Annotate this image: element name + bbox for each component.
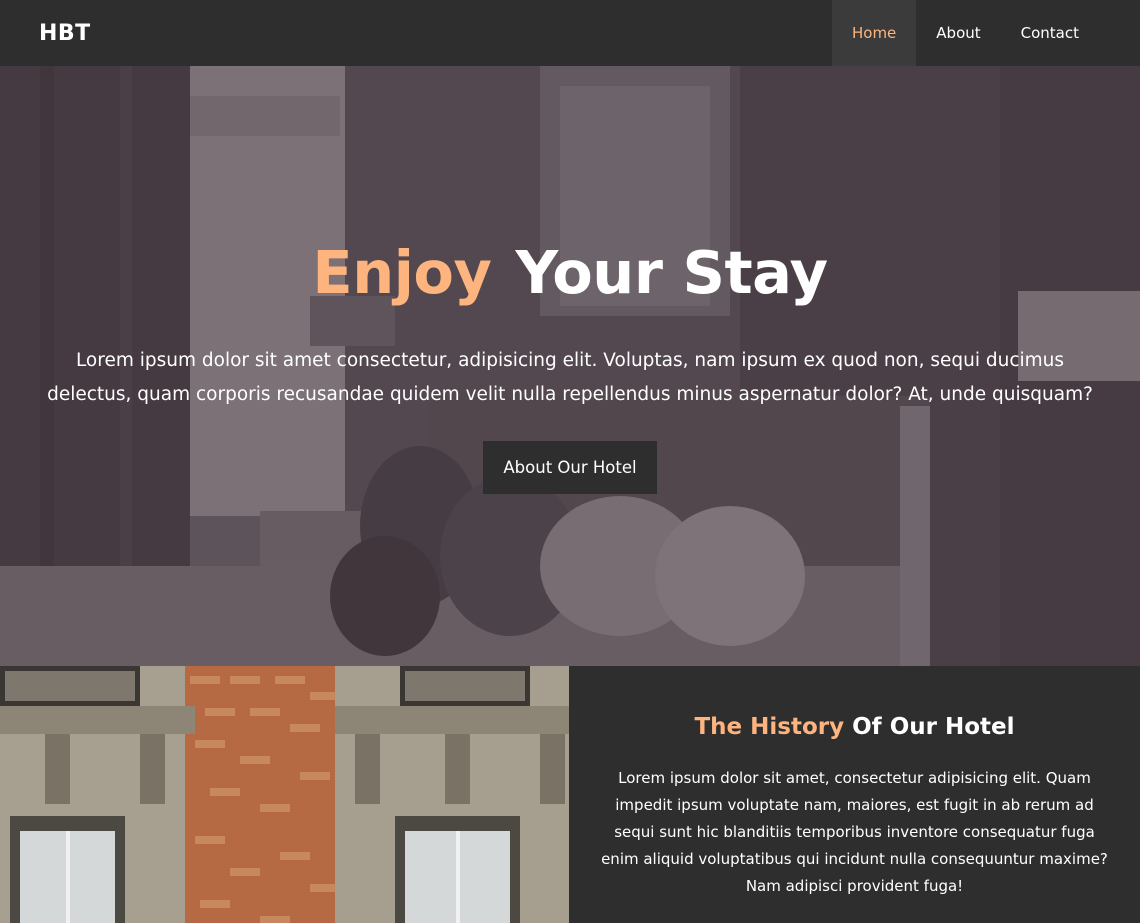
brand-logo[interactable]: HBT — [39, 21, 91, 46]
nav-link-home[interactable]: Home — [831, 0, 917, 66]
hero-description: Lorem ipsum dolor sit amet consectetur, … — [47, 350, 1093, 405]
history-title: The History Of Our Hotel — [569, 714, 1140, 740]
hero-content: Enjoy Your Stay Lorem ipsum dolor sit am… — [0, 238, 1140, 494]
navbar: HBT Home About Contact — [0, 0, 1140, 66]
hero-section: Enjoy Your Stay Lorem ipsum dolor sit am… — [0, 66, 1140, 666]
history-title-highlight: The History — [694, 714, 845, 740]
building-facade-image — [0, 666, 569, 923]
hero-title-highlight: Enjoy — [312, 238, 492, 307]
main-nav: Home About Contact — [831, 0, 1099, 66]
about-hotel-button[interactable]: About Our Hotel — [483, 441, 657, 494]
hero-title: Enjoy Your Stay — [0, 238, 1140, 308]
history-panel: The History Of Our Hotel Lorem ipsum dol… — [569, 666, 1140, 923]
history-description: Lorem ipsum dolor sit amet, consectetur … — [601, 769, 1108, 895]
hero-title-rest: Your Stay — [515, 238, 828, 307]
history-section: The History Of Our Hotel Lorem ipsum dol… — [0, 666, 1140, 923]
history-title-rest: Of Our Hotel — [852, 714, 1015, 740]
nav-link-about[interactable]: About — [916, 0, 1000, 66]
nav-link-contact[interactable]: Contact — [1001, 0, 1099, 66]
